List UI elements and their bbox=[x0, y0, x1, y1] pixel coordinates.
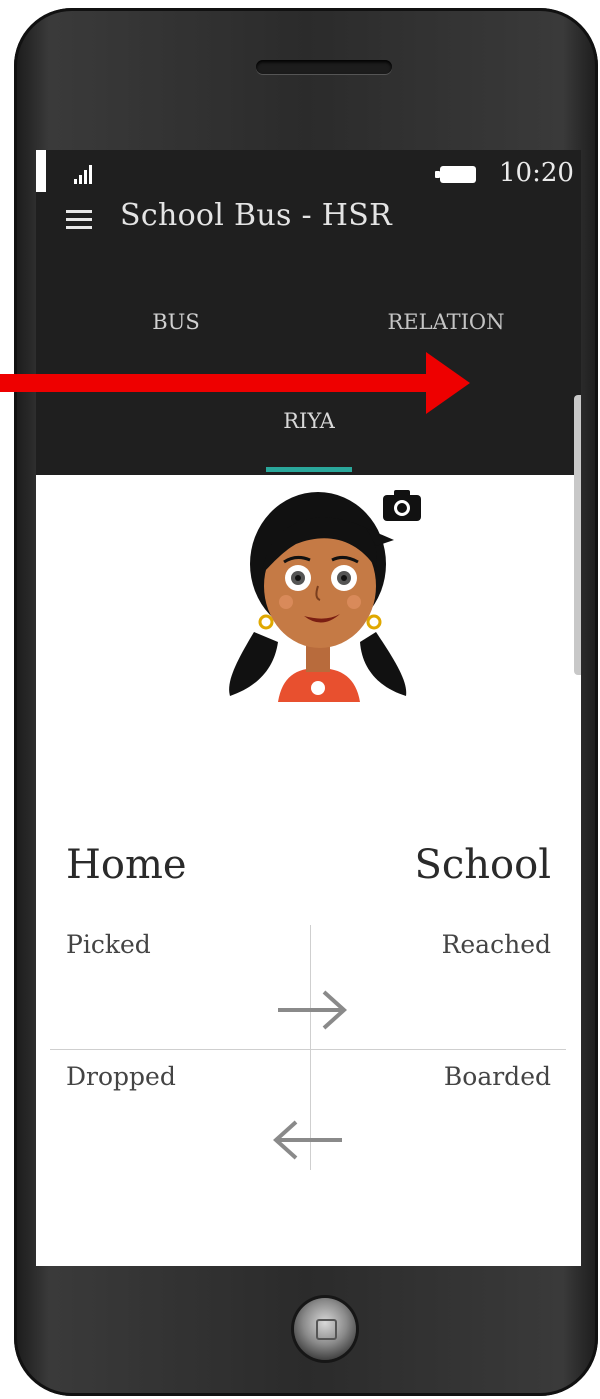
dropped-status: Dropped bbox=[66, 1062, 176, 1091]
origin-label: Home bbox=[66, 842, 187, 888]
picked-status: Picked bbox=[66, 930, 151, 959]
arrow-right-icon bbox=[278, 990, 347, 1030]
battery-icon bbox=[435, 166, 476, 183]
divider-horizontal bbox=[50, 1049, 566, 1050]
tab-relation[interactable]: RELATION bbox=[376, 310, 516, 334]
overlay-arrow-icon bbox=[0, 352, 470, 414]
app-bar: School Bus - HSR BUS RELATION RIYA bbox=[36, 192, 581, 475]
arrow-left-icon bbox=[273, 1120, 342, 1160]
app-title: School Bus - HSR bbox=[120, 198, 393, 233]
tab-bus[interactable]: BUS bbox=[136, 310, 216, 334]
signal-icon bbox=[74, 164, 94, 184]
phone-screen: 10:20 School Bus - HSR BUS RELATION RIYA bbox=[36, 150, 581, 1266]
phone-home-button[interactable] bbox=[294, 1298, 356, 1360]
status-bar: 10:20 bbox=[46, 150, 581, 192]
phone-speaker bbox=[256, 60, 392, 74]
tab-selected-indicator bbox=[266, 467, 352, 472]
boarded-status: Boarded bbox=[443, 1062, 551, 1091]
menu-icon[interactable] bbox=[66, 210, 92, 230]
reached-status: Reached bbox=[441, 930, 551, 959]
scroll-edge bbox=[574, 395, 581, 675]
camera-icon[interactable] bbox=[382, 488, 422, 522]
destination-label: School bbox=[414, 842, 551, 888]
status-time: 10:20 bbox=[499, 158, 574, 188]
